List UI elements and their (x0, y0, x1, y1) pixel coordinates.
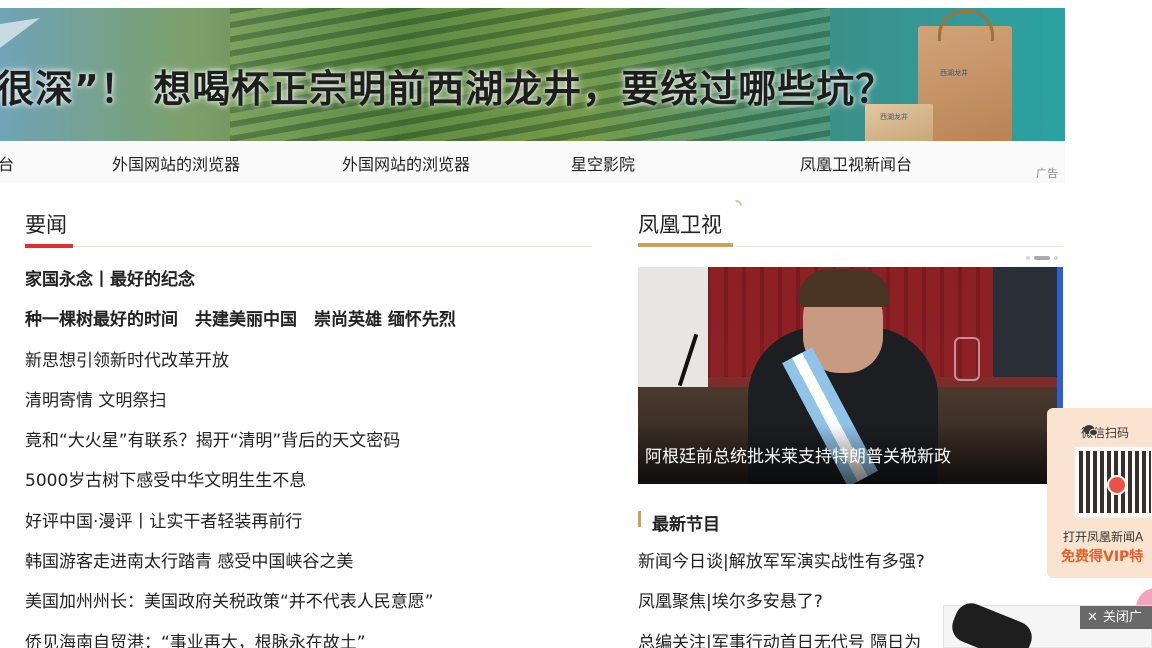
tea-box-image (865, 104, 933, 141)
qr-code (1074, 446, 1152, 518)
glass-icon (954, 337, 980, 381)
program-item[interactable]: 总编关注|军事行动首日无代号 隔日为 (638, 629, 925, 648)
qr-line-1: 打开凤凰新闻A (1063, 530, 1144, 544)
section-divider (25, 246, 592, 247)
banner-headline: 很深”！ 想喝杯正宗明前西湖龙井，要绕过哪些坑？ (0, 67, 895, 111)
program-list: 新闻今日谈|解放军军演实战性有多强? 凤凰聚焦|埃尔多安悬了? 总编关注|军事行… (638, 548, 925, 648)
qr-line-2: 免费得VIP特 (1061, 549, 1144, 565)
news-item[interactable]: 种一棵树最好的时间 共建美丽中国 崇尚英雄 缅怀先烈 (25, 306, 456, 346)
news-item[interactable]: 侨见海南自贸港：“事业再大，根脉永在故土” (25, 629, 456, 648)
ad-label: 广告 (1036, 167, 1058, 180)
program-item[interactable]: 新闻今日谈|解放军军演实战性有多强? (638, 548, 925, 588)
news-list: 家国永念丨最好的纪念 种一棵树最好的时间 共建美丽中国 崇尚英雄 缅怀先烈 新思… (25, 266, 456, 648)
nav-link[interactable]: 外国网站的浏览器 (112, 151, 240, 175)
latest-programs-title: 最新节目 (652, 515, 720, 535)
section-accent-bar (638, 243, 733, 247)
banner-decoration (0, 18, 40, 48)
close-icon: ✕ (1087, 610, 1098, 625)
carousel-indicator[interactable] (1026, 256, 1058, 260)
carousel-dot[interactable] (1054, 256, 1058, 260)
video-speaker-hair (798, 269, 890, 307)
news-item[interactable]: 新思想引领新时代改革开放 (25, 347, 456, 387)
section-accent-bar (638, 511, 641, 527)
nav-link[interactable]: 台 (0, 151, 14, 175)
video-figure-right (993, 267, 1063, 377)
program-item[interactable]: 凤凰聚焦|埃尔多安悬了? (638, 588, 925, 628)
news-item[interactable]: 竟和“大火星”有联系？揭开“清明”背后的天文密码 (25, 427, 456, 467)
news-item[interactable]: 5000岁古树下感受中华文明生生不息 (25, 467, 456, 507)
nav-link[interactable]: 凤凰卫视新闻台 (800, 151, 912, 175)
news-item[interactable]: 家国永念丨最好的纪念 (25, 266, 456, 306)
video-figure-left (638, 267, 708, 387)
nav-link[interactable]: 星空影院 (571, 151, 635, 175)
tea-bag-label: 西湖龙井 (940, 69, 968, 77)
phoenix-section-title[interactable]: 凤凰卫视 (638, 209, 722, 239)
signal-icon (727, 197, 745, 215)
close-ad-label: 关闭广 (1102, 610, 1142, 625)
carousel-dot[interactable] (1026, 256, 1030, 260)
news-item[interactable]: 韩国游客走进南太行踏青 感受中国峡谷之美 (25, 548, 456, 588)
video-caption-overlay: 阿根廷前总统批米莱支持特朗普关税新政 (638, 424, 1048, 484)
ad-link-row: 台 外国网站的浏览器 外国网站的浏览器 星空影院 凤凰卫视新闻台 (0, 141, 1065, 183)
close-ad-button[interactable]: ✕ 关闭广 (1080, 606, 1152, 629)
tea-box-label: 西湖龙井 (880, 113, 908, 121)
banner-ad[interactable]: 很深”！ 想喝杯正宗明前西湖龙井，要绕过哪些坑？ 西湖龙井 西湖龙井 (0, 8, 1065, 141)
video-caption[interactable]: 阿根廷前总统批米莱支持特朗普关税新政 (645, 442, 951, 467)
news-section-title[interactable]: 要闻 (25, 209, 67, 239)
featured-video[interactable]: 阿根廷前总统批米莱支持特朗普关税新政 (638, 267, 1063, 484)
wechat-icon (1083, 425, 1098, 437)
news-item[interactable]: 清明寄情 文明祭扫 (25, 387, 456, 427)
section-accent-bar (25, 244, 73, 248)
news-item[interactable]: 好评中国·漫评丨让实干者轻装再前行 (25, 508, 456, 548)
news-item[interactable]: 美国加州州长：美国政府关税政策“并不代表人民意愿” (25, 588, 456, 628)
carousel-dot-active[interactable] (1034, 256, 1050, 260)
nav-link[interactable]: 外国网站的浏览器 (342, 151, 470, 175)
